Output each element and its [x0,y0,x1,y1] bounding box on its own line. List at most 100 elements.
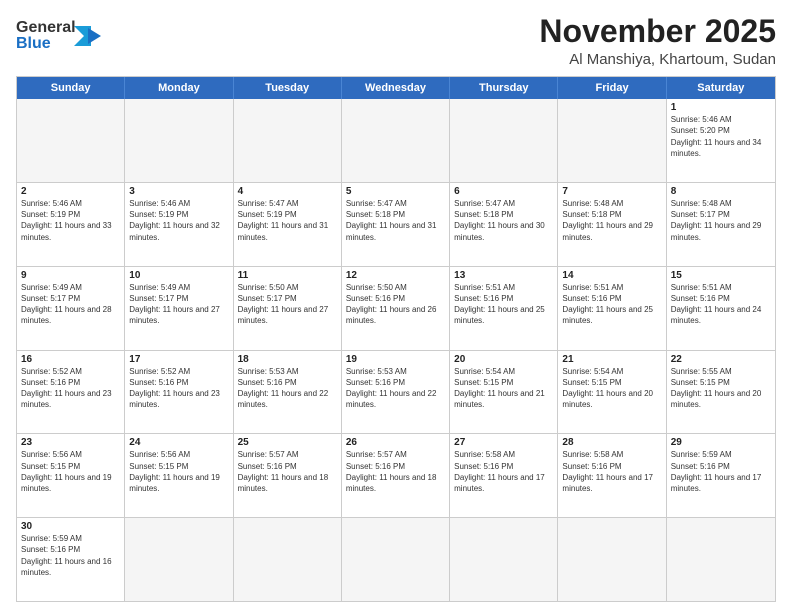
day-cell [125,99,233,182]
day-info: Sunrise: 5:46 AMSunset: 5:19 PMDaylight:… [129,198,228,243]
day-info: Sunrise: 5:48 AMSunset: 5:17 PMDaylight:… [671,198,771,243]
day-number: 11 [238,270,337,281]
day-header-tuesday: Tuesday [234,77,342,99]
day-cell [342,99,450,182]
day-number: 16 [21,354,120,365]
day-info: Sunrise: 5:53 AMSunset: 5:16 PMDaylight:… [346,366,445,411]
day-info: Sunrise: 5:56 AMSunset: 5:15 PMDaylight:… [21,449,120,494]
day-cell: 18Sunrise: 5:53 AMSunset: 5:16 PMDayligh… [234,351,342,434]
day-info: Sunrise: 5:58 AMSunset: 5:16 PMDaylight:… [562,449,661,494]
day-info: Sunrise: 5:52 AMSunset: 5:16 PMDaylight:… [21,366,120,411]
day-info: Sunrise: 5:49 AMSunset: 5:17 PMDaylight:… [21,282,120,327]
page: General Blue November 2025 Al Manshiya, … [0,0,792,612]
day-cell: 22Sunrise: 5:55 AMSunset: 5:15 PMDayligh… [667,351,775,434]
header: General Blue November 2025 Al Manshiya, … [16,14,776,68]
day-cell: 24Sunrise: 5:56 AMSunset: 5:15 PMDayligh… [125,434,233,517]
day-header-monday: Monday [125,77,233,99]
day-number: 23 [21,437,120,448]
day-cell [667,518,775,601]
day-cell: 27Sunrise: 5:58 AMSunset: 5:16 PMDayligh… [450,434,558,517]
day-number: 27 [454,437,553,448]
day-cell [342,518,450,601]
day-cell: 10Sunrise: 5:49 AMSunset: 5:17 PMDayligh… [125,267,233,350]
day-number: 14 [562,270,661,281]
day-number: 7 [562,186,661,197]
calendar: SundayMondayTuesdayWednesdayThursdayFrid… [16,76,776,602]
day-info: Sunrise: 5:51 AMSunset: 5:16 PMDaylight:… [454,282,553,327]
day-cell: 13Sunrise: 5:51 AMSunset: 5:16 PMDayligh… [450,267,558,350]
day-header-saturday: Saturday [667,77,775,99]
day-header-wednesday: Wednesday [342,77,450,99]
day-info: Sunrise: 5:55 AMSunset: 5:15 PMDaylight:… [671,366,771,411]
location-title: Al Manshiya, Khartoum, Sudan [136,51,776,68]
week-row-5: 30Sunrise: 5:59 AMSunset: 5:16 PMDayligh… [17,517,775,601]
day-cell [234,518,342,601]
day-number: 19 [346,354,445,365]
logo-area: General Blue [16,14,136,56]
day-cell: 20Sunrise: 5:54 AMSunset: 5:15 PMDayligh… [450,351,558,434]
day-cell: 9Sunrise: 5:49 AMSunset: 5:17 PMDaylight… [17,267,125,350]
title-area: November 2025 Al Manshiya, Khartoum, Sud… [136,14,776,68]
day-headers: SundayMondayTuesdayWednesdayThursdayFrid… [17,77,775,99]
day-cell: 28Sunrise: 5:58 AMSunset: 5:16 PMDayligh… [558,434,666,517]
day-info: Sunrise: 5:54 AMSunset: 5:15 PMDaylight:… [454,366,553,411]
day-cell: 7Sunrise: 5:48 AMSunset: 5:18 PMDaylight… [558,183,666,266]
day-cell: 12Sunrise: 5:50 AMSunset: 5:16 PMDayligh… [342,267,450,350]
day-info: Sunrise: 5:49 AMSunset: 5:17 PMDaylight:… [129,282,228,327]
day-info: Sunrise: 5:46 AMSunset: 5:20 PMDaylight:… [671,114,771,159]
svg-text:General: General [16,19,76,36]
day-info: Sunrise: 5:52 AMSunset: 5:16 PMDaylight:… [129,366,228,411]
day-number: 5 [346,186,445,197]
day-info: Sunrise: 5:46 AMSunset: 5:19 PMDaylight:… [21,198,120,243]
day-number: 17 [129,354,228,365]
day-info: Sunrise: 5:51 AMSunset: 5:16 PMDaylight:… [562,282,661,327]
day-cell [558,99,666,182]
day-cell: 1Sunrise: 5:46 AMSunset: 5:20 PMDaylight… [667,99,775,182]
day-info: Sunrise: 5:51 AMSunset: 5:16 PMDaylight:… [671,282,771,327]
day-info: Sunrise: 5:59 AMSunset: 5:16 PMDaylight:… [671,449,771,494]
day-cell: 11Sunrise: 5:50 AMSunset: 5:17 PMDayligh… [234,267,342,350]
day-cell: 6Sunrise: 5:47 AMSunset: 5:18 PMDaylight… [450,183,558,266]
day-cell [125,518,233,601]
week-row-4: 23Sunrise: 5:56 AMSunset: 5:15 PMDayligh… [17,433,775,517]
week-row-2: 9Sunrise: 5:49 AMSunset: 5:17 PMDaylight… [17,266,775,350]
day-header-thursday: Thursday [450,77,558,99]
day-header-friday: Friday [558,77,666,99]
day-cell: 5Sunrise: 5:47 AMSunset: 5:18 PMDaylight… [342,183,450,266]
logo-svg: General Blue [16,14,126,56]
day-number: 4 [238,186,337,197]
day-number: 22 [671,354,771,365]
day-info: Sunrise: 5:57 AMSunset: 5:16 PMDaylight:… [238,449,337,494]
day-cell: 14Sunrise: 5:51 AMSunset: 5:16 PMDayligh… [558,267,666,350]
day-number: 6 [454,186,553,197]
day-number: 21 [562,354,661,365]
day-number: 25 [238,437,337,448]
day-cell [450,99,558,182]
day-number: 3 [129,186,228,197]
day-cell: 2Sunrise: 5:46 AMSunset: 5:19 PMDaylight… [17,183,125,266]
day-number: 26 [346,437,445,448]
day-info: Sunrise: 5:59 AMSunset: 5:16 PMDaylight:… [21,533,120,578]
day-info: Sunrise: 5:53 AMSunset: 5:16 PMDaylight:… [238,366,337,411]
day-number: 28 [562,437,661,448]
day-number: 30 [21,521,120,532]
day-info: Sunrise: 5:54 AMSunset: 5:15 PMDaylight:… [562,366,661,411]
day-cell: 15Sunrise: 5:51 AMSunset: 5:16 PMDayligh… [667,267,775,350]
day-number: 10 [129,270,228,281]
day-number: 15 [671,270,771,281]
day-number: 20 [454,354,553,365]
week-row-0: 1Sunrise: 5:46 AMSunset: 5:20 PMDaylight… [17,99,775,182]
day-cell: 30Sunrise: 5:59 AMSunset: 5:16 PMDayligh… [17,518,125,601]
day-cell: 23Sunrise: 5:56 AMSunset: 5:15 PMDayligh… [17,434,125,517]
day-number: 2 [21,186,120,197]
day-info: Sunrise: 5:47 AMSunset: 5:18 PMDaylight:… [454,198,553,243]
day-cell [17,99,125,182]
day-number: 12 [346,270,445,281]
day-cell: 25Sunrise: 5:57 AMSunset: 5:16 PMDayligh… [234,434,342,517]
day-number: 29 [671,437,771,448]
day-cell: 21Sunrise: 5:54 AMSunset: 5:15 PMDayligh… [558,351,666,434]
day-info: Sunrise: 5:57 AMSunset: 5:16 PMDaylight:… [346,449,445,494]
day-info: Sunrise: 5:50 AMSunset: 5:17 PMDaylight:… [238,282,337,327]
svg-text:Blue: Blue [16,35,51,52]
day-number: 1 [671,102,771,113]
